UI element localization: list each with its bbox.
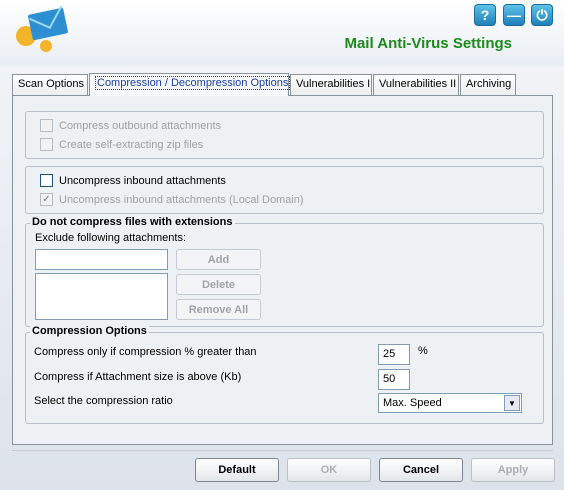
compress-outbound-checkbox[interactable] xyxy=(40,119,53,132)
ratio-select[interactable]: Max. Speed ▼ xyxy=(378,393,522,413)
extensions-group: Do not compress files with extensions Ex… xyxy=(25,216,544,327)
add-button[interactable]: Add xyxy=(176,249,261,270)
self-extracting-option: Create self-extracting zip files xyxy=(40,138,203,151)
extensions-group-title: Do not compress files with extensions xyxy=(30,216,235,228)
footer-divider xyxy=(12,450,553,451)
min-size-input[interactable]: 50 xyxy=(378,369,410,390)
compress-group: Compress outbound attachments Create sel… xyxy=(25,111,544,159)
percent-unit: % xyxy=(418,345,428,357)
delete-button[interactable]: Delete xyxy=(176,274,261,295)
uncompress-inbound-option: Uncompress inbound attachments xyxy=(40,174,226,187)
tab-archiving[interactable]: Archiving xyxy=(460,74,516,95)
compress-outbound-label: Compress outbound attachments xyxy=(59,119,222,132)
compression-options-title: Compression Options xyxy=(30,325,149,337)
uncompress-local-option: ✓ Uncompress inbound attachments (Local … xyxy=(40,193,304,206)
uncompress-local-checkbox[interactable]: ✓ xyxy=(40,193,53,206)
remove-all-button[interactable]: Remove All xyxy=(176,299,261,320)
min-percent-input[interactable]: 25 xyxy=(378,344,410,365)
header-banner: Mail Anti-Virus Settings ? — ⏻ xyxy=(0,0,564,66)
tab-panel: Compress outbound attachments Create sel… xyxy=(12,95,553,445)
ok-button[interactable]: OK xyxy=(287,458,371,482)
uncompress-group: Uncompress inbound attachments ✓ Uncompr… xyxy=(25,166,544,214)
min-percent-label: Compress only if compression % greater t… xyxy=(34,346,257,358)
extension-list[interactable] xyxy=(35,273,168,320)
help-icon[interactable]: ? xyxy=(474,4,496,26)
envelope-logo-icon xyxy=(16,6,68,52)
ratio-label: Select the compression ratio xyxy=(34,395,173,407)
power-icon[interactable]: ⏻ xyxy=(531,4,553,26)
uncompress-local-label: Uncompress inbound attachments (Local Do… xyxy=(59,193,304,206)
tab-vulnerabilities-2[interactable]: Vulnerabilities II xyxy=(373,74,459,95)
uncompress-inbound-label: Uncompress inbound attachments xyxy=(59,174,226,187)
chevron-down-icon[interactable]: ▼ xyxy=(504,395,520,411)
cancel-button[interactable]: Cancel xyxy=(379,458,463,482)
tab-compression[interactable]: Compression / Decompression Options xyxy=(89,73,291,96)
tab-scan-options[interactable]: Scan Options xyxy=(12,74,88,95)
min-size-label: Compress if Attachment size is above (Kb… xyxy=(34,371,242,383)
compression-options-group: Compression Options Compress only if com… xyxy=(25,325,544,424)
tab-vulnerabilities-1[interactable]: Vulnerabilities I xyxy=(290,74,372,95)
compress-outbound-option: Compress outbound attachments xyxy=(40,119,221,132)
self-extracting-label: Create self-extracting zip files xyxy=(59,138,204,151)
self-extracting-checkbox[interactable] xyxy=(40,138,53,151)
apply-button[interactable]: Apply xyxy=(471,458,555,482)
uncompress-inbound-checkbox[interactable] xyxy=(40,174,53,187)
page-title: Mail Anti-Virus Settings xyxy=(344,35,512,52)
exclude-label: Exclude following attachments: xyxy=(35,232,187,244)
minimize-icon[interactable]: — xyxy=(503,4,525,26)
default-button[interactable]: Default xyxy=(195,458,279,482)
ratio-select-value: Max. Speed xyxy=(383,397,442,409)
extension-input[interactable] xyxy=(35,249,168,270)
